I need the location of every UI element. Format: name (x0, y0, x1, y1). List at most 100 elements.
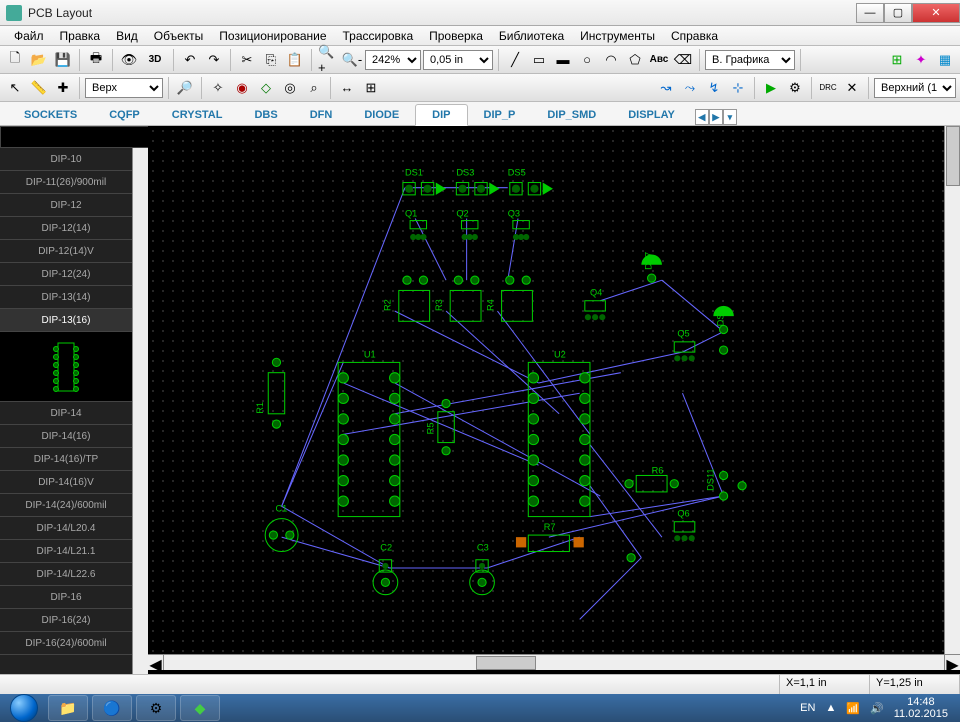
list-item[interactable]: DIP-12(14)V (0, 240, 132, 263)
list-item[interactable]: DIP-16(24)/600mil (0, 632, 132, 655)
sidebar-scrollbar[interactable] (132, 148, 148, 674)
menu-check[interactable]: Проверка (421, 27, 491, 45)
rect-icon[interactable]: ▭ (528, 49, 550, 71)
list-item[interactable]: DIP-12(14) (0, 217, 132, 240)
route-icon[interactable]: ↝ (655, 77, 677, 99)
tab-crystal[interactable]: CRYSTAL (156, 105, 239, 125)
list-item[interactable]: DIP-14/L21.1 (0, 540, 132, 563)
preview-icon[interactable]: 👁 (118, 49, 140, 71)
props-icon[interactable]: ▦ (934, 49, 956, 71)
list-item[interactable]: DIP-10 (0, 148, 132, 171)
list-item[interactable]: DIP-13(14) (0, 286, 132, 309)
list-item[interactable]: DIP-16(24) (0, 609, 132, 632)
drc-icon[interactable]: DRC (817, 77, 839, 99)
pad-icon[interactable]: ◇ (255, 77, 277, 99)
tray-lang[interactable]: EN (800, 702, 815, 714)
hole-icon[interactable]: ◎ (279, 77, 301, 99)
tray-volume-icon[interactable]: 🔊 (870, 702, 884, 715)
play-icon[interactable]: ▶ (760, 77, 782, 99)
taskbar-chrome-icon[interactable]: 🔵 (92, 695, 132, 721)
line-icon[interactable]: ╱ (504, 49, 526, 71)
view-select[interactable]: В. Графика (705, 50, 795, 70)
route3-icon[interactable]: ↯ (703, 77, 725, 99)
tray-flag-icon[interactable]: ▲ (825, 702, 836, 714)
tab-dip-smd[interactable]: DIP_SMD (531, 105, 612, 125)
close-button[interactable]: ✕ (912, 3, 960, 23)
via-icon[interactable]: ◉ (231, 77, 253, 99)
taskbar-app2-icon[interactable]: ◆ (180, 695, 220, 721)
zoom-out-icon[interactable]: 🔍- (341, 49, 363, 71)
snap-icon[interactable]: ✧ (207, 77, 229, 99)
list-item[interactable]: DIP-14(16) (0, 425, 132, 448)
paste-icon[interactable]: 📋 (284, 49, 306, 71)
list-item[interactable]: DIP-14(16)V (0, 471, 132, 494)
route-layer-select[interactable]: Верхний (1) (874, 78, 956, 98)
taskbar-explorer-icon[interactable]: 📁 (48, 695, 88, 721)
menu-edit[interactable]: Правка (52, 27, 109, 45)
pointer-icon[interactable]: ↖ (4, 77, 26, 99)
tab-menu-icon[interactable]: ▾ (723, 109, 737, 125)
tab-diode[interactable]: DIODE (348, 105, 415, 125)
route2-icon[interactable]: ⤳ (679, 77, 701, 99)
menu-help[interactable]: Справка (663, 27, 726, 45)
measure-icon[interactable]: 📏 (28, 77, 50, 99)
taskbar-app1-icon[interactable]: ⚙ (136, 695, 176, 721)
list-item[interactable]: DIP-14/L20.4 (0, 517, 132, 540)
3d-button[interactable]: 3D (142, 49, 168, 71)
tray-clock[interactable]: 14:48 11.02.2015 (894, 696, 948, 720)
dimensions-icon[interactable]: ↔ (336, 77, 358, 99)
tab-next-icon[interactable]: ▶ (709, 109, 723, 125)
tab-dbs[interactable]: DBS (238, 105, 293, 125)
menu-library[interactable]: Библиотека (491, 27, 572, 45)
menu-tools[interactable]: Инструменты (572, 27, 663, 45)
start-button[interactable] (4, 694, 44, 722)
list-item[interactable]: DIP-16 (0, 586, 132, 609)
list-item[interactable]: DIP-14(16)/TP (0, 448, 132, 471)
arc-icon[interactable]: ◠ (600, 49, 622, 71)
list-item[interactable]: DIP-11(26)/900mil (0, 171, 132, 194)
tab-dfn[interactable]: DFN (294, 105, 349, 125)
vertical-scrollbar[interactable] (944, 126, 960, 654)
tab-cqfp[interactable]: CQFP (93, 105, 156, 125)
net-icon[interactable]: ✕ (841, 77, 863, 99)
erase-icon[interactable]: ⌫ (672, 49, 694, 71)
list-item[interactable]: DIP-14(24)/600mil (0, 494, 132, 517)
tab-prev-icon[interactable]: ◀ (695, 109, 709, 125)
cut-icon[interactable]: ✂ (236, 49, 258, 71)
tray-network-icon[interactable]: 📶 (846, 702, 860, 715)
tab-dip[interactable]: DIP (415, 104, 467, 126)
tab-sockets[interactable]: SOCKETS (8, 105, 93, 125)
list-item[interactable]: DIP-14 (0, 402, 132, 425)
print-icon[interactable]: 🖶 (85, 49, 107, 71)
table-icon[interactable]: ⊞ (360, 77, 382, 99)
grid-select[interactable]: 0,05 in (423, 50, 493, 70)
list-item[interactable]: DIP-14/L22.6 (0, 563, 132, 586)
layers-icon[interactable]: ⊞ (886, 49, 908, 71)
new-icon[interactable]: 🗋 (4, 49, 26, 71)
ellipse-icon[interactable]: ○ (576, 49, 598, 71)
redo-icon[interactable]: ↷ (203, 49, 225, 71)
menu-objects[interactable]: Объекты (146, 27, 212, 45)
maximize-button[interactable]: ▢ (884, 3, 912, 23)
pcb-canvas[interactable]: DS1DS3DS5 Q1Q2Q3 R2 R3 R4 R1 (148, 126, 960, 654)
tab-display[interactable]: DISPLAY (612, 105, 691, 125)
text-icon[interactable]: Авс (648, 49, 670, 71)
zoom-in-icon[interactable]: 🔍+ (317, 49, 339, 71)
list-item[interactable]: DIP-12(24) (0, 263, 132, 286)
origin-icon[interactable]: ✚ (52, 77, 74, 99)
minimize-button[interactable]: — (856, 3, 884, 23)
menu-view[interactable]: Вид (108, 27, 146, 45)
find-icon[interactable]: 🔎 (174, 77, 196, 99)
menu-routing[interactable]: Трассировка (335, 27, 422, 45)
menu-file[interactable]: Файл (6, 27, 52, 45)
manager-icon[interactable]: ✦ (910, 49, 932, 71)
zoom-area-icon[interactable]: ⌕ (303, 77, 325, 99)
layer-select[interactable]: Верх (85, 78, 163, 98)
list-item[interactable]: DIP-13(16) (0, 309, 132, 332)
zoom-select[interactable]: 242% (365, 50, 421, 70)
copy-icon[interactable]: ⎘ (260, 49, 282, 71)
autoroute-icon[interactable]: ⚙ (784, 77, 806, 99)
list-item[interactable]: DIP-12 (0, 194, 132, 217)
polygon-icon[interactable]: ⬠ (624, 49, 646, 71)
save-icon[interactable]: 💾 (52, 49, 74, 71)
